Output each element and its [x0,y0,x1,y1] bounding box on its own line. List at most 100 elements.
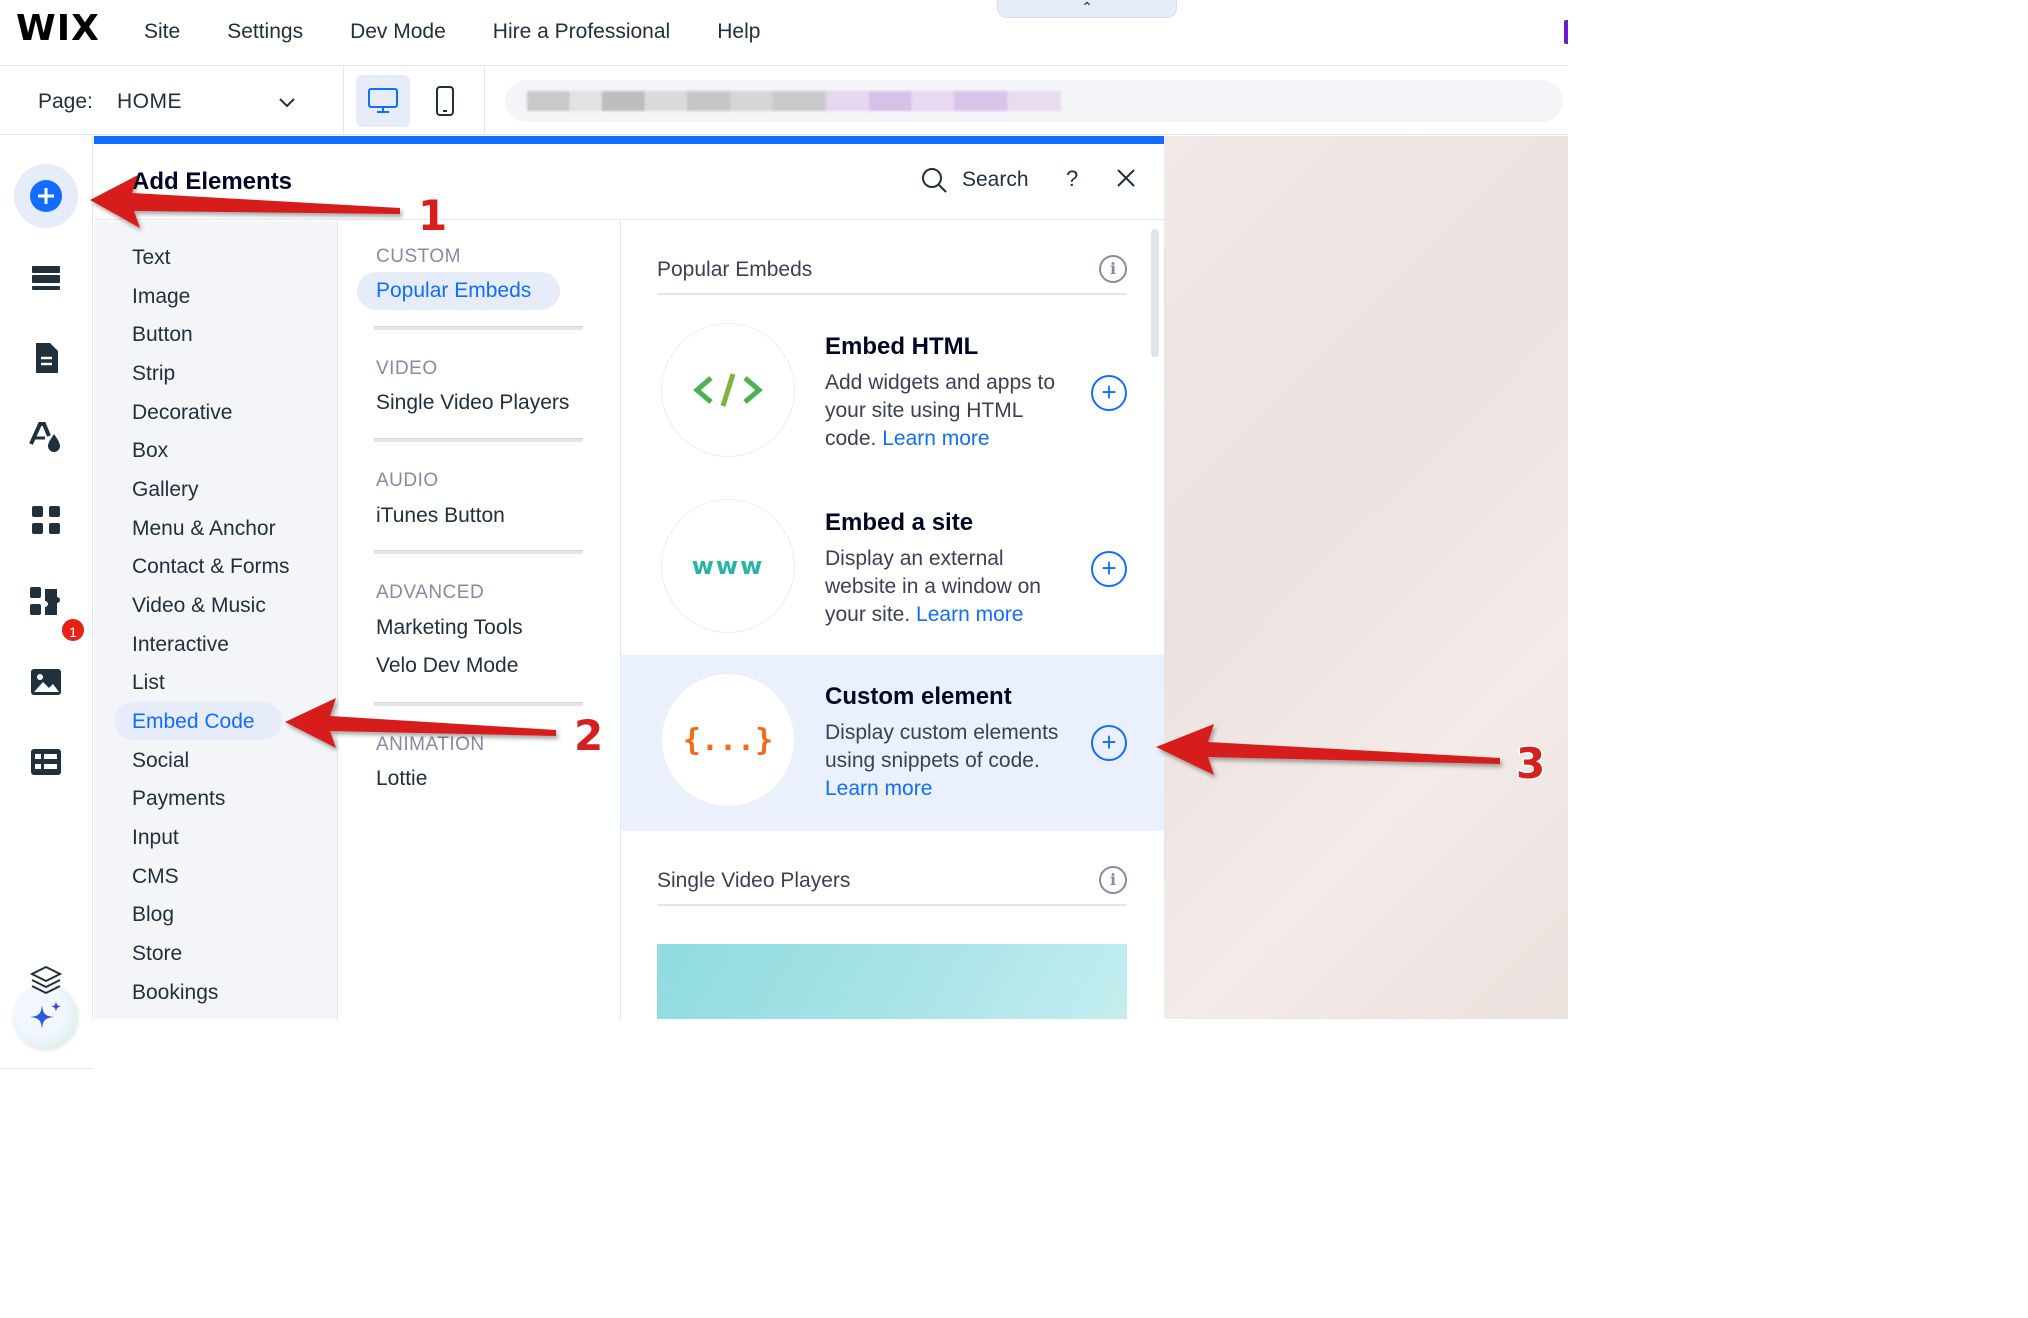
sections-icon [32,266,60,290]
section-title-popular-embeds: Popular Embeds [657,258,813,281]
page-bar: Page: HOME [0,67,1568,135]
image-icon [31,669,61,695]
subsection-heading-custom: CUSTOM [376,246,461,267]
menu-site[interactable]: Site [144,20,180,44]
panel-accent-line [94,136,1164,144]
category-button[interactable]: Button [132,323,193,347]
collapse-toolbar-button[interactable]: ⌃ [997,0,1177,18]
info-icon[interactable]: i [1099,255,1127,283]
mobile-view-button[interactable] [418,75,472,127]
card-desc-text: Display custom elements using snippets o… [825,721,1059,772]
design-button[interactable] [14,406,78,470]
custom-element-thumbnail: {...} [661,673,795,807]
category-cms[interactable]: CMS [132,865,179,889]
card-custom-element[interactable]: {...} Custom element Display custom elem… [621,655,1164,831]
category-list[interactable]: List [132,671,165,695]
menu-dev-mode[interactable]: Dev Mode [350,20,446,44]
learn-more-link[interactable]: Learn more [916,603,1023,626]
category-menu-anchor[interactable]: Menu & Anchor [132,517,276,541]
rail-divider [0,1068,93,1069]
pages-icon [36,343,58,373]
add-elements-button[interactable] [14,164,78,228]
menu-help[interactable]: Help [717,20,760,44]
section-divider [657,293,1127,295]
subsection-list: CUSTOM Popular Embeds VIDEO Single Video… [339,221,621,1019]
chevron-down-icon[interactable] [276,91,298,113]
embed-site-thumbnail: www [661,499,795,633]
subsection-single-video-players[interactable]: Single Video Players [376,391,569,415]
card-description: Display an external website in a window … [825,545,1075,629]
card-embed-site[interactable]: www Embed a site Display an external web… [621,481,1164,657]
media-button[interactable] [14,650,78,714]
add-elements-panel: Add Elements Search ? Text Image Button … [94,136,1164,1019]
site-canvas[interactable] [1164,136,1568,1019]
card-description: Display custom elements using snippets o… [825,719,1075,803]
category-image[interactable]: Image [132,285,190,309]
wix-logo[interactable]: WIX [16,8,100,49]
design-icon [29,422,60,452]
edge-indicator [1564,20,1568,44]
business-apps-button[interactable] [14,570,78,634]
search-label: Search [962,168,1029,191]
add-custom-element-button[interactable]: + [1091,725,1127,761]
category-store[interactable]: Store [132,942,182,966]
desktop-icon [368,88,398,113]
category-video-music[interactable]: Video & Music [132,594,266,618]
subsection-velo-dev-mode[interactable]: Velo Dev Mode [376,654,518,678]
card-title: Custom element [825,683,1012,710]
subsection-divider [374,550,583,554]
subsection-marketing-tools[interactable]: Marketing Tools [376,616,523,640]
search-icon [922,168,947,193]
subsection-heading-advanced: ADVANCED [376,582,485,603]
menu-settings[interactable]: Settings [227,20,303,44]
menu-hire-professional[interactable]: Hire a Professional [493,20,670,44]
page-label: Page: [38,90,93,113]
learn-more-link[interactable]: Learn more [882,427,989,450]
embed-html-thumbnail [661,323,795,457]
pages-button[interactable] [14,326,78,390]
subsection-divider [374,438,583,442]
category-box[interactable]: Box [132,439,168,463]
add-embed-site-button[interactable]: + [1091,551,1127,587]
site-url-bar[interactable] [505,80,1563,122]
apps-button[interactable] [14,488,78,552]
category-decorative[interactable]: Decorative [132,401,232,425]
desktop-view-button[interactable] [356,75,410,127]
category-list: Text Image Button Strip Decorative Box G… [94,221,338,1019]
category-bookings[interactable]: Bookings [132,981,218,1005]
panel-search-button[interactable]: Search [920,166,1029,194]
code-brackets-icon [693,373,763,407]
subsection-itunes-button[interactable]: iTunes Button [376,504,505,528]
category-embed-code[interactable]: Embed Code [132,710,255,734]
category-input[interactable]: Input [132,826,179,850]
close-icon[interactable] [1114,166,1138,190]
category-blog[interactable]: Blog [132,903,174,927]
learn-more-link[interactable]: Learn more [825,777,932,800]
help-icon[interactable]: ? [1066,166,1078,192]
section-title-single-video-players: Single Video Players [657,869,851,892]
subsection-lottie[interactable]: Lottie [376,767,427,791]
video-player-thumbnail[interactable] [657,944,1127,1019]
card-title: Embed a site [825,509,974,536]
cms-button[interactable] [14,730,78,794]
category-social[interactable]: Social [132,749,189,773]
card-embed-html[interactable]: Embed HTML Add widgets and apps to your … [621,305,1164,481]
category-payments[interactable]: Payments [132,787,225,811]
category-gallery[interactable]: Gallery [132,478,199,502]
subsection-popular-embeds[interactable]: Popular Embeds [376,279,531,303]
divider [343,67,344,135]
top-menu: Site Settings Dev Mode Hire a Profession… [144,20,807,44]
divider [484,67,485,135]
left-rail: 1 [0,136,93,1069]
category-contact-forms[interactable]: Contact & Forms [132,555,290,579]
blurred-url [527,91,1061,111]
info-icon[interactable]: i [1099,866,1127,894]
mobile-icon [436,86,454,116]
sections-button[interactable] [14,246,78,310]
category-text[interactable]: Text [132,246,171,270]
category-strip[interactable]: Strip [132,362,175,386]
page-selector-value[interactable]: HOME [117,90,182,114]
add-embed-html-button[interactable]: + [1091,375,1127,411]
layers-button[interactable] [14,948,78,1012]
category-interactive[interactable]: Interactive [132,633,229,657]
